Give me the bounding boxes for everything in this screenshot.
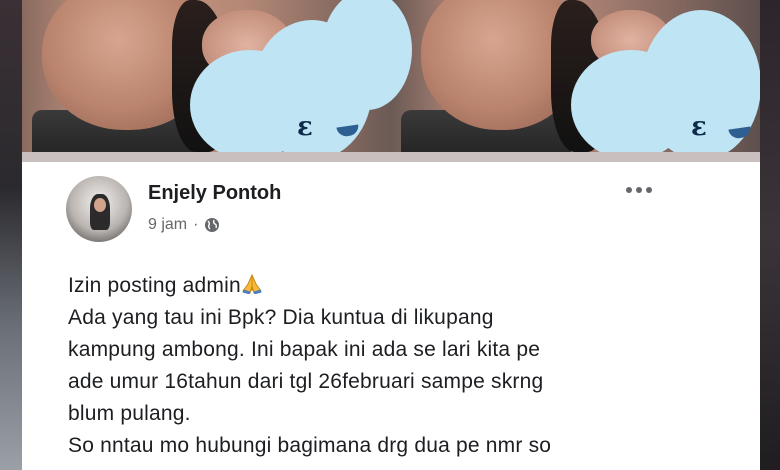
post-card: Enjely Pontoh 9 jam · Izin posting admin… [22, 162, 760, 470]
pray-emoji-icon [242, 274, 262, 294]
photo-left: ε [22, 0, 412, 152]
shared-photo-strip: ε ε [22, 0, 760, 152]
post-line: ade umur 16tahun dari tgl 26februari sam… [68, 370, 544, 393]
divider [22, 152, 760, 162]
right-blur-band [760, 0, 780, 470]
post-text: Izin posting admin Ada yang tau ini Bpk?… [68, 270, 728, 462]
post-time[interactable]: 9 jam [148, 216, 187, 234]
more-options-icon[interactable] [626, 184, 660, 196]
post-meta: 9 jam · [148, 216, 220, 234]
post-line: So nntau mo hubungi bagimana drg dua pe … [68, 434, 552, 457]
globe-icon [205, 218, 220, 232]
post-line: Ada yang tau ini Bpk? Dia kuntua di liku… [68, 306, 494, 329]
left-blur-band [0, 0, 22, 470]
post-line: kampung ambong. Ini bapak ini ada se lar… [68, 338, 541, 361]
meta-separator: · [193, 216, 199, 233]
avatar[interactable] [66, 176, 132, 242]
post-line: Izin posting admin [68, 270, 728, 302]
photo-right: ε [391, 0, 760, 152]
post-line: blum pulang. [68, 402, 191, 425]
author-name[interactable]: Enjely Pontoh [148, 182, 281, 205]
